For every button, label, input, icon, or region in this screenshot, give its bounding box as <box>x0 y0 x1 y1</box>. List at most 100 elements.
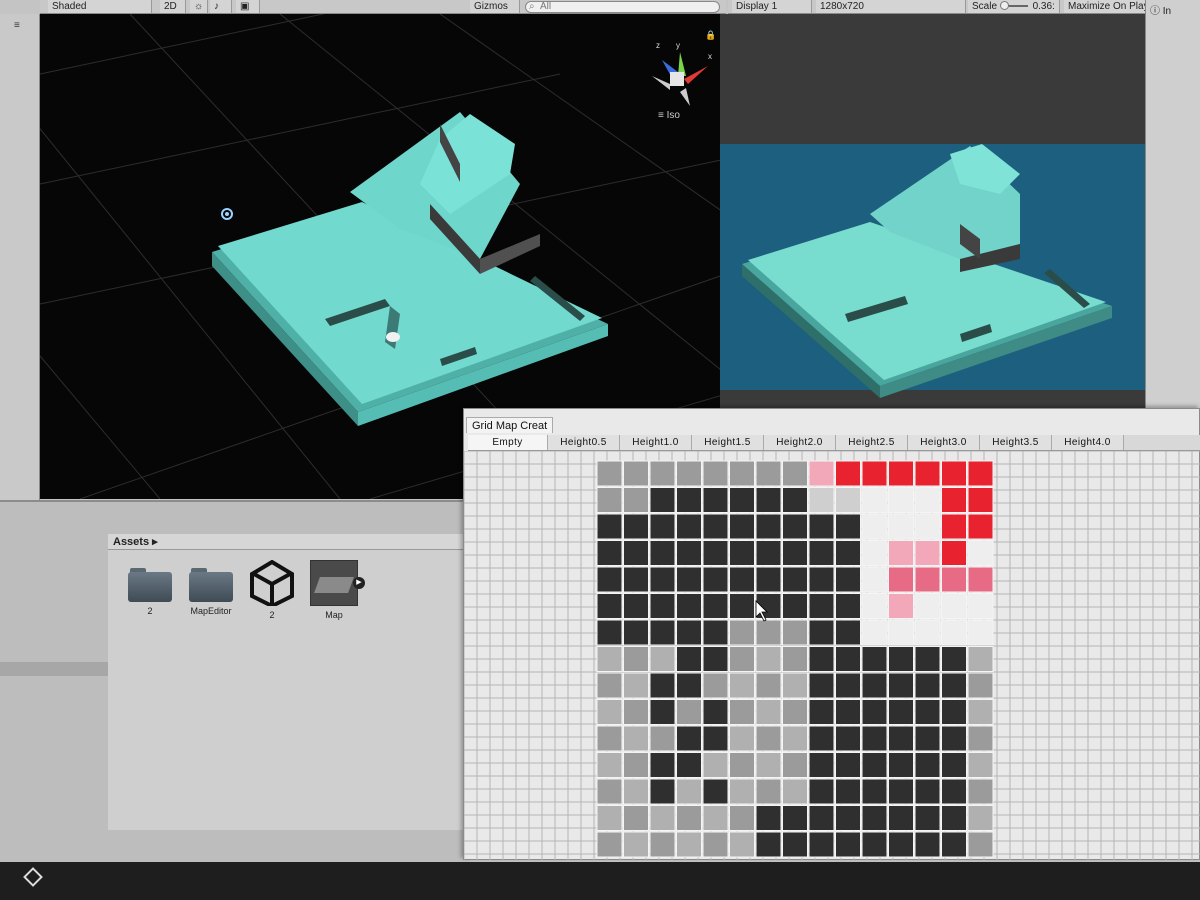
grid-cell[interactable] <box>782 699 808 725</box>
grid-cell[interactable] <box>967 619 994 646</box>
resolution-dropdown[interactable]: 1280x720 <box>816 0 966 13</box>
directional-light-icon[interactable] <box>221 208 233 220</box>
tab-height-2-0[interactable]: Height2.0 <box>764 435 836 450</box>
grid-cell[interactable] <box>649 699 676 725</box>
grid-cell[interactable] <box>914 699 941 725</box>
grid-cell[interactable] <box>808 619 835 646</box>
grid-cell[interactable] <box>729 752 755 778</box>
map-mesh[interactable] <box>212 112 608 426</box>
grid-cell[interactable] <box>967 513 994 540</box>
grid-cell[interactable] <box>861 460 888 487</box>
grid-cell[interactable] <box>649 619 676 646</box>
grid-cell[interactable] <box>782 566 808 593</box>
grid-cell[interactable] <box>729 487 755 513</box>
grid-cell[interactable] <box>967 540 994 566</box>
grid-cell[interactable] <box>596 725 623 752</box>
grid-cell[interactable] <box>676 619 702 646</box>
grid-cell[interactable] <box>676 646 702 672</box>
grid-cell[interactable] <box>808 805 835 831</box>
grid-cell[interactable] <box>888 699 914 725</box>
grid-cell[interactable] <box>649 831 676 858</box>
grid-cell[interactable] <box>676 593 702 619</box>
grid-cell[interactable] <box>729 540 755 566</box>
grid-cell[interactable] <box>941 778 967 805</box>
grid-cell[interactable] <box>861 725 888 752</box>
grid-cell[interactable] <box>967 566 994 593</box>
grid-cell[interactable] <box>861 487 888 513</box>
grid-cell[interactable] <box>623 646 649 672</box>
grid-cell[interactable] <box>808 487 835 513</box>
grid-cell[interactable] <box>755 619 782 646</box>
grid-cell[interactable] <box>808 725 835 752</box>
scene-search-input[interactable]: ⌕ All <box>525 1 720 13</box>
grid-cell[interactable] <box>755 725 782 752</box>
grid-cell[interactable] <box>649 513 676 540</box>
grid-cell[interactable] <box>941 805 967 831</box>
grid-cell[interactable] <box>623 513 649 540</box>
grid-cell[interactable] <box>676 699 702 725</box>
grid-cell[interactable] <box>861 805 888 831</box>
maximize-on-play-toggle[interactable]: Maximize On Play <box>1064 0 1156 13</box>
grid-cell[interactable] <box>888 752 914 778</box>
grid-cell[interactable] <box>623 566 649 593</box>
grid-map-canvas[interactable] <box>464 451 1200 861</box>
grid-cell[interactable] <box>782 672 808 699</box>
grid-cell[interactable] <box>702 725 729 752</box>
grid-cell[interactable] <box>676 752 702 778</box>
grid-cell[interactable] <box>755 513 782 540</box>
grid-cell[interactable] <box>967 646 994 672</box>
grid-cell[interactable] <box>782 540 808 566</box>
grid-cell[interactable] <box>702 805 729 831</box>
grid-cell[interactable] <box>676 487 702 513</box>
grid-cell[interactable] <box>596 831 623 858</box>
grid-cell[interactable] <box>835 619 861 646</box>
grid-cell[interactable] <box>808 646 835 672</box>
unity-logo-icon[interactable] <box>23 867 43 887</box>
grid-cell[interactable] <box>808 593 835 619</box>
grid-cell[interactable] <box>702 513 729 540</box>
grid-cell[interactable] <box>729 805 755 831</box>
grid-cell[interactable] <box>861 593 888 619</box>
grid-cell[interactable] <box>649 672 676 699</box>
grid-cell[interactable] <box>649 752 676 778</box>
grid-cell[interactable] <box>755 460 782 487</box>
tab-height-1-5[interactable]: Height1.5 <box>692 435 764 450</box>
grid-cell[interactable] <box>729 646 755 672</box>
grid-cell[interactable] <box>649 540 676 566</box>
grid-cell[interactable] <box>941 831 967 858</box>
grid-cell[interactable] <box>861 646 888 672</box>
game-view[interactable] <box>720 14 1145 411</box>
grid-cell[interactable] <box>835 487 861 513</box>
projection-label[interactable]: ≡ Iso <box>658 110 680 121</box>
lock-icon[interactable]: 🔒 <box>705 30 716 40</box>
grid-cell[interactable] <box>914 460 941 487</box>
inspector-tab[interactable]: ⓘ In <box>1150 2 1171 17</box>
grid-cell[interactable] <box>702 778 729 805</box>
grid-cell[interactable] <box>967 487 994 513</box>
grid-cell[interactable] <box>596 540 623 566</box>
grid-cell[interactable] <box>755 752 782 778</box>
grid-cell[interactable] <box>808 752 835 778</box>
panel-menu-icon[interactable]: ≡ <box>14 20 20 31</box>
grid-cell[interactable] <box>729 672 755 699</box>
grid-cell[interactable] <box>676 778 702 805</box>
grid-cell[interactable] <box>941 619 967 646</box>
grid-cell[interactable] <box>941 699 967 725</box>
grid-cell[interactable] <box>861 566 888 593</box>
grid-cell[interactable] <box>888 593 914 619</box>
grid-cell[interactable] <box>914 778 941 805</box>
grid-cell[interactable] <box>835 566 861 593</box>
grid-cell[interactable] <box>914 619 941 646</box>
grid-cell[interactable] <box>835 699 861 725</box>
grid-cell[interactable] <box>914 566 941 593</box>
grid-cell[interactable] <box>676 566 702 593</box>
grid-cell[interactable] <box>861 699 888 725</box>
grid-cell[interactable] <box>888 566 914 593</box>
grid-cell[interactable] <box>729 831 755 858</box>
grid-cell[interactable] <box>888 646 914 672</box>
grid-cell[interactable] <box>729 566 755 593</box>
grid-cell[interactable] <box>702 593 729 619</box>
grid-cell[interactable] <box>702 566 729 593</box>
grid-cell[interactable] <box>914 593 941 619</box>
grid-cell[interactable] <box>782 513 808 540</box>
